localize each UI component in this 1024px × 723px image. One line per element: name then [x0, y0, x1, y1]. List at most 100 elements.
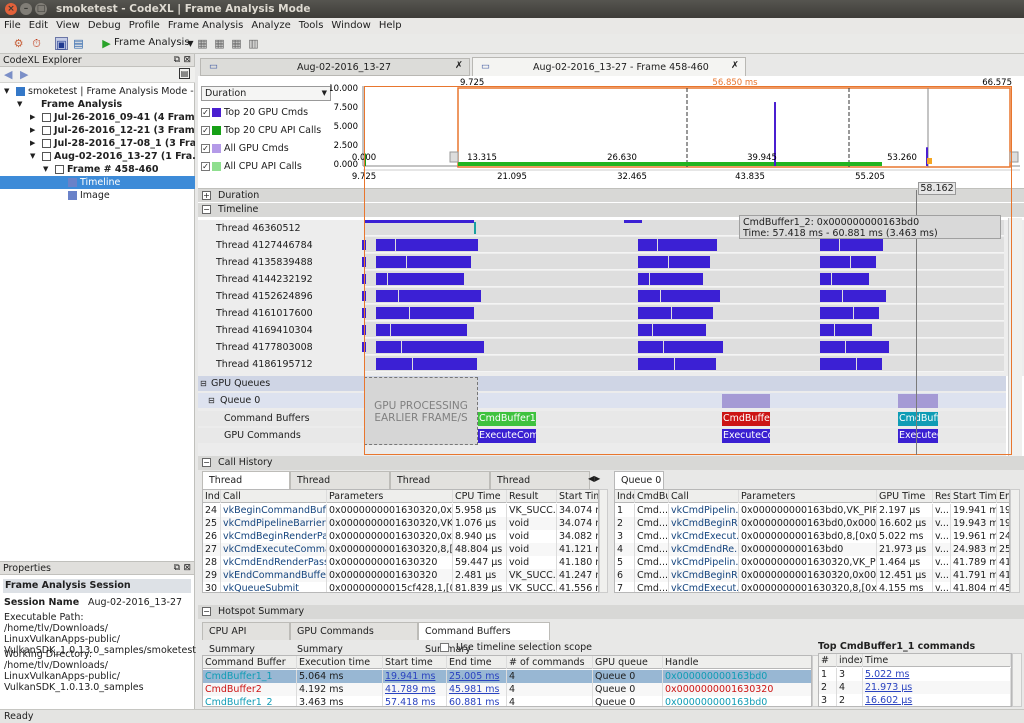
- float-panel-icon[interactable]: ⧉: [174, 54, 180, 67]
- column-header[interactable]: #: [819, 654, 837, 667]
- collapse-icon[interactable]: −: [202, 205, 211, 214]
- api-call-bar[interactable]: [820, 256, 876, 268]
- tree-item[interactable]: ▼ Frame Analysis: [0, 98, 195, 111]
- tree-item[interactable]: ▼ Aug-02-2016_13-27 (1 Fra...: [0, 150, 195, 163]
- table-row[interactable]: CmdBuffer1_2 3.463 ms 57.418 ms 60.881 ms 4 Q…: [203, 696, 811, 706]
- frame-analysis-label[interactable]: Frame Analysis: [114, 37, 190, 48]
- column-header[interactable]: End T: [997, 490, 1009, 503]
- api-call-bar[interactable]: [820, 341, 889, 353]
- close-panel-icon[interactable]: ⊠: [183, 562, 191, 575]
- table-row[interactable]: 6 Cmd... vkCmdBeginR... 0x0000000001630320,…: [615, 569, 1009, 582]
- menu-frame-analysis[interactable]: Frame Analysis: [164, 18, 248, 34]
- close-panel-icon[interactable]: ⊠: [183, 54, 191, 67]
- duration-section-header[interactable]: + Duration: [198, 188, 1024, 202]
- table-row[interactable]: 3 2 16.602 μs: [819, 694, 1011, 706]
- api-call-bar[interactable]: [820, 307, 879, 319]
- tree-item[interactable]: ▼ smoketest | Frame Analysis Mode - ...: [0, 85, 195, 98]
- capture-cpu-icon[interactable]: ▦: [213, 37, 226, 50]
- close-tab-icon[interactable]: ✗: [455, 60, 463, 71]
- tab-hotspot[interactable]: CPU API Summary: [202, 622, 290, 655]
- expand-arrow-icon[interactable]: ▶: [30, 111, 35, 124]
- tab-thread[interactable]: Thread 4144232192: [490, 471, 590, 504]
- metric-dropdown[interactable]: Duration ▼: [201, 86, 331, 101]
- menu-edit[interactable]: Edit: [25, 18, 52, 34]
- column-header[interactable]: Handle: [663, 656, 811, 669]
- table-row[interactable]: 2 4 21.973 μs: [819, 681, 1011, 694]
- tab-thread[interactable]: Thread 4135839488: [390, 471, 490, 504]
- column-header[interactable]: Time: [863, 654, 1011, 667]
- api-call-bar[interactable]: [638, 358, 716, 370]
- table-row[interactable]: 5 Cmd... vkCmdPipelin... 0x0000000001630320…: [615, 556, 1009, 569]
- menu-analyze[interactable]: Analyze: [247, 18, 294, 34]
- hotspot-header[interactable]: − Hotspot Summary: [198, 605, 1024, 619]
- expand-icon[interactable]: +: [202, 191, 211, 200]
- tab-hotspot[interactable]: Command Buffers Summary: [418, 622, 550, 655]
- table-row[interactable]: 4 Cmd... vkCmdEndRe... 0x000000000163bd0 21.…: [615, 543, 1009, 556]
- column-header[interactable]: Parameters: [327, 490, 453, 503]
- column-header[interactable]: index: [837, 654, 863, 667]
- table-row[interactable]: 1 Cmd... vkCmdPipelin... 0x000000000163bd0,…: [615, 504, 1009, 517]
- api-call-bar[interactable]: [362, 274, 366, 284]
- expand-arrow-icon[interactable]: ▼: [30, 150, 35, 163]
- column-header[interactable]: Execution time: [297, 656, 383, 669]
- capture-icon[interactable]: ▦: [196, 37, 209, 50]
- column-header[interactable]: # of commands: [507, 656, 593, 669]
- tree-item[interactable]: Timeline: [0, 176, 195, 189]
- api-call-bar[interactable]: [362, 325, 366, 335]
- gpu-table-scrollbar[interactable]: [1010, 489, 1020, 593]
- table-row[interactable]: 28 vkCmdEndRenderPass 0x0000000001630320 59…: [203, 556, 598, 569]
- profile-mode-icon[interactable]: ▤: [72, 37, 85, 50]
- legend-checkbox[interactable]: ✓: [201, 108, 210, 117]
- tab-scroll-arrows[interactable]: ◀▶: [588, 474, 608, 486]
- float-panel-icon[interactable]: ⧉: [174, 562, 180, 575]
- gpu-command-block[interactable]: ExecuteComm: [478, 429, 536, 443]
- frame-analysis-mode-icon[interactable]: ▣: [55, 37, 68, 51]
- tree-item[interactable]: ▶ Jul-26-2016_12-21 (3 Frames): [0, 124, 195, 137]
- back-arrow-icon[interactable]: ◀: [4, 68, 12, 81]
- command-buffer-block[interactable]: CmdBuffer2: [722, 412, 770, 426]
- table-row[interactable]: 27vkCmdExecuteComma...0x0000000001630320…: [203, 543, 598, 556]
- cpu-table-scrollbar[interactable]: [599, 489, 608, 593]
- top-table-scrollbar[interactable]: [1012, 653, 1022, 707]
- column-header[interactable]: Call: [221, 490, 327, 503]
- column-header[interactable]: Index: [203, 490, 221, 503]
- table-row[interactable]: 25 vkCmdPipelineBarrier 0x0000000001630320…: [203, 517, 598, 530]
- tab-queue0[interactable]: Queue 0: [614, 471, 664, 489]
- api-call-bar[interactable]: [820, 239, 883, 251]
- tree-item[interactable]: Image: [0, 189, 195, 202]
- api-call-bar[interactable]: [820, 358, 882, 370]
- column-header[interactable]: Start Time: [951, 490, 997, 503]
- api-call-bar[interactable]: [376, 358, 477, 370]
- api-call-mark[interactable]: [474, 222, 476, 234]
- scope-option[interactable]: Use timeline selection scope: [440, 642, 592, 654]
- gpu-queues-header[interactable]: ⊟ GPU Queues: [198, 376, 1006, 391]
- tree-item[interactable]: ▶ Jul-26-2016_09-41 (4 Frames): [0, 111, 195, 124]
- profile-settings-icon[interactable]: ⚙: [12, 37, 25, 50]
- column-header[interactable]: Call: [669, 490, 739, 503]
- api-call-bar[interactable]: [638, 341, 723, 353]
- column-header[interactable]: Result: [933, 490, 951, 503]
- column-header[interactable]: GPU Time: [877, 490, 933, 503]
- expand-arrow-icon[interactable]: ▼: [4, 85, 9, 98]
- queue0-row[interactable]: ⊟ Queue 0: [198, 393, 1006, 408]
- scope-checkbox[interactable]: [440, 643, 449, 652]
- table-row[interactable]: 7 Cmd... vkCmdExecut... 0x0000000001630320,…: [615, 582, 1009, 592]
- api-call-bar[interactable]: [376, 273, 464, 285]
- table-row[interactable]: 3 Cmd... vkCmdExecut... 0x000000000163bd0,8…: [615, 530, 1009, 543]
- column-header[interactable]: Start Time: [557, 490, 598, 503]
- menu-view[interactable]: View: [52, 18, 84, 34]
- gpu-command-block[interactable]: ExecuteCo: [898, 429, 938, 443]
- close-tab-icon[interactable]: ✗: [731, 60, 739, 71]
- queue-block[interactable]: [722, 394, 770, 408]
- legend-checkbox[interactable]: ✓: [201, 144, 210, 153]
- api-call-bar[interactable]: [638, 273, 703, 285]
- close-window-icon[interactable]: ×: [5, 3, 17, 15]
- legend-checkbox[interactable]: ✓: [201, 162, 210, 171]
- legend-item[interactable]: ✓ All GPU Cmds: [201, 142, 289, 156]
- tab-hotspot[interactable]: GPU Commands Summary: [290, 622, 418, 655]
- column-header[interactable]: End time: [447, 656, 507, 669]
- call-history-header[interactable]: − Call History: [198, 456, 1024, 470]
- column-header[interactable]: Result: [507, 490, 557, 503]
- menu-profile[interactable]: Profile: [125, 18, 164, 34]
- api-call-bar[interactable]: [376, 307, 474, 319]
